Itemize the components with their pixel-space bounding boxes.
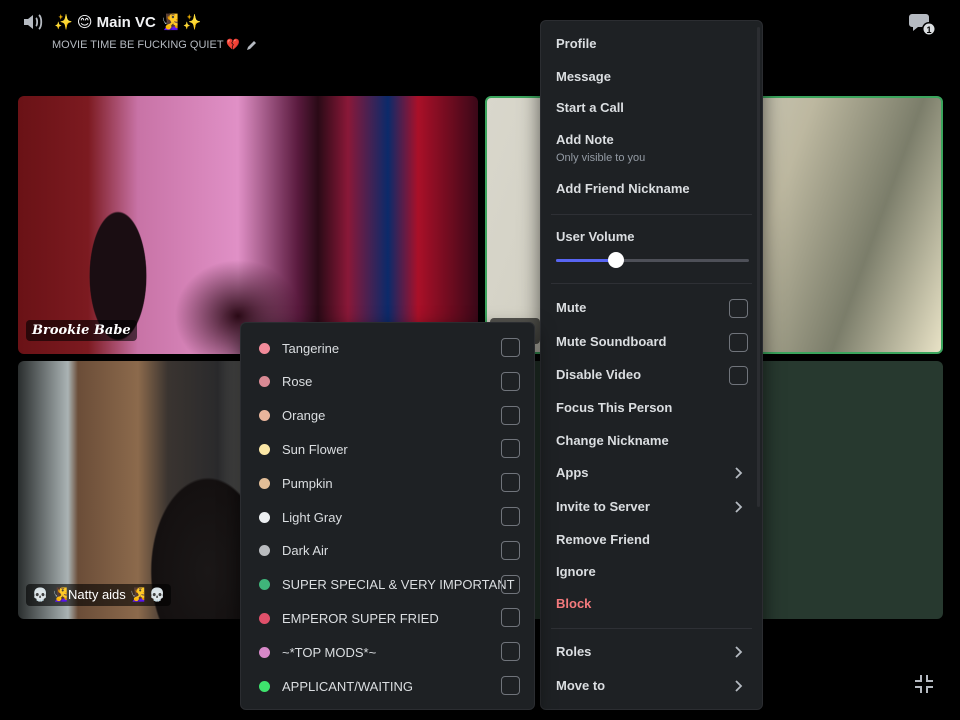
menu-item-roles[interactable]: Roles <box>556 644 748 660</box>
role-color-dot <box>259 443 270 455</box>
role-color-dot <box>259 646 270 658</box>
menu-item-add-note[interactable]: Add Note Only visible to you <box>556 132 748 166</box>
menu-separator <box>551 628 752 629</box>
user-volume-slider[interactable] <box>556 252 749 268</box>
role-item[interactable]: Pumpkin <box>259 473 520 493</box>
role-color-dot <box>259 376 270 388</box>
role-color-dot <box>259 545 270 557</box>
menu-separator <box>551 283 752 284</box>
chevron-right-icon <box>735 467 743 479</box>
role-item[interactable]: Rose <box>259 371 520 392</box>
role-label: Tangerine <box>282 340 340 356</box>
menu-item-move-to[interactable]: Move to <box>556 678 748 694</box>
role-checkbox[interactable] <box>501 507 520 526</box>
role-label: Orange <box>282 408 326 424</box>
role-checkbox[interactable] <box>501 371 520 391</box>
mute-soundboard-checkbox[interactable] <box>729 333 748 352</box>
add-note-label: Add Note <box>556 132 614 147</box>
role-checkbox[interactable] <box>501 338 520 357</box>
user-volume-label: User Volume <box>556 229 635 244</box>
thread-badge: 1 <box>926 25 931 35</box>
role-item[interactable]: Light Gray <box>259 507 520 527</box>
role-color-dot <box>259 410 270 422</box>
menu-separator <box>551 214 752 215</box>
role-item[interactable]: ~*TOP MODS*~ <box>259 642 520 662</box>
role-label: APPLICANT/WAITING <box>282 678 413 694</box>
menu-item-message[interactable]: Message <box>556 69 748 85</box>
menu-scrollbar[interactable] <box>757 27 760 507</box>
speaker-icon[interactable] <box>22 12 44 32</box>
role-color-dot <box>259 579 270 591</box>
role-label: Light Gray <box>282 509 342 525</box>
role-item[interactable]: Sun Flower <box>259 439 520 459</box>
role-item[interactable]: APPLICANT/WAITING <box>259 676 520 696</box>
invite-label: Invite to Server <box>556 499 650 514</box>
role-label: Sun Flower <box>282 441 348 457</box>
role-item[interactable]: Tangerine <box>259 338 520 358</box>
chevron-right-icon <box>735 680 743 692</box>
menu-item-add-friend-nickname[interactable]: Add Friend Nickname <box>556 181 748 197</box>
role-color-dot <box>259 612 270 624</box>
menu-item-mute-soundboard[interactable]: Mute Soundboard <box>556 333 748 352</box>
role-label: EMPEROR SUPER FRIED <box>282 610 439 626</box>
menu-item-invite[interactable]: Invite to Server <box>556 499 748 515</box>
role-label: Rose <box>282 374 313 390</box>
user-volume-handle[interactable] <box>607 252 624 268</box>
role-label: ~*TOP MODS*~ <box>282 644 377 660</box>
user-context-menu: Profile Message Start a Call Add Note On… <box>540 20 763 710</box>
tile-name-natty: 💀 🧏‍♀️Natty aids 🧏‍♀️ 💀 <box>26 584 172 606</box>
menu-item-profile[interactable]: Profile <box>556 36 748 52</box>
disable-video-label: Disable Video <box>556 367 642 382</box>
mute-soundboard-label: Mute Soundboard <box>556 334 667 349</box>
role-color-dot <box>259 342 270 354</box>
menu-item-start-call[interactable]: Start a Call <box>556 100 748 116</box>
role-checkbox[interactable] <box>501 642 520 662</box>
menu-item-remove-friend[interactable]: Remove Friend <box>556 532 748 548</box>
menu-item-block[interactable]: Block <box>556 596 748 612</box>
menu-item-apps[interactable]: Apps <box>556 465 748 481</box>
role-checkbox[interactable] <box>501 676 520 695</box>
role-item[interactable]: EMPEROR SUPER FRIED <box>259 608 520 628</box>
role-checkbox[interactable] <box>501 608 520 628</box>
role-checkbox[interactable] <box>501 473 520 493</box>
disable-video-checkbox[interactable] <box>729 366 748 385</box>
user-volume-fill <box>556 259 616 262</box>
role-label: SUPER SPECIAL & VERY IMPORTANT <box>282 577 515 593</box>
mute-label: Mute <box>556 300 587 315</box>
minimize-icon[interactable] <box>912 672 936 696</box>
channel-status-text: MOVIE TIME BE FUCKING QUIET 💔 <box>52 39 241 51</box>
role-checkbox[interactable] <box>501 540 520 560</box>
role-color-dot <box>259 511 270 523</box>
channel-status[interactable]: MOVIE TIME BE FUCKING QUIET 💔 <box>52 38 258 51</box>
role-item[interactable]: SUPER SPECIAL & VERY IMPORTANT <box>259 574 520 595</box>
role-label: Pumpkin <box>282 475 333 491</box>
role-item[interactable]: Orange <box>259 405 520 426</box>
roles-submenu: Tangerine Rose Orange Sun Flower Pumpkin Ligh… <box>240 322 535 710</box>
add-note-subtext: Only visible to you <box>556 152 646 164</box>
channel-title: ✨ 😊 Main VC 🧏‍♀️ ✨ <box>54 14 202 31</box>
tile-name-brookie: Brookie Babe <box>26 320 137 341</box>
video-tile-brookie[interactable] <box>18 96 478 354</box>
chevron-right-icon <box>735 646 743 658</box>
menu-item-disable-video[interactable]: Disable Video <box>556 366 748 385</box>
role-color-dot <box>259 477 270 489</box>
menu-item-mute[interactable]: Mute <box>556 299 748 318</box>
roles-label: Roles <box>556 644 592 659</box>
menu-item-ignore[interactable]: Ignore <box>556 564 748 580</box>
threads-icon[interactable]: 1 <box>908 10 938 38</box>
role-checkbox[interactable] <box>501 405 520 425</box>
role-color-dot <box>259 680 270 692</box>
apps-label: Apps <box>556 465 589 480</box>
role-checkbox[interactable] <box>501 439 520 459</box>
role-label: Dark Air <box>282 543 329 559</box>
menu-item-focus[interactable]: Focus This Person <box>556 400 748 416</box>
mute-checkbox[interactable] <box>729 299 748 318</box>
role-checkbox[interactable] <box>501 574 520 594</box>
menu-item-change-nickname[interactable]: Change Nickname <box>556 433 748 449</box>
chevron-right-icon <box>735 501 743 513</box>
pencil-icon[interactable] <box>246 39 258 51</box>
move-to-label: Move to <box>556 678 606 693</box>
role-item[interactable]: Dark Air <box>259 540 520 561</box>
